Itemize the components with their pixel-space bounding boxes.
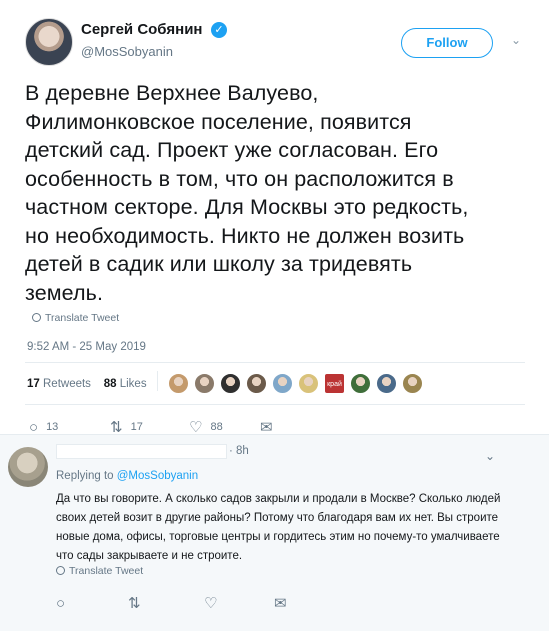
stats-separator [157, 371, 158, 391]
liker-avatar[interactable] [376, 373, 397, 394]
liker-avatar[interactable] [168, 373, 189, 394]
retweet-count: 17 [130, 421, 143, 433]
reply-text: Да что вы говорите. А сколько садов закр… [56, 493, 501, 562]
liker-avatar[interactable] [194, 373, 215, 394]
translate-label: Translate Tweet [69, 565, 144, 577]
replying-to: Replying to @MosSobyanin [56, 470, 198, 482]
retweets-stat[interactable]: 17 Retweets [27, 378, 91, 390]
follow-button[interactable]: Follow [401, 28, 493, 58]
tweet-stats: 17 Retweets 88 Likes [27, 378, 147, 390]
reply-icon: ○ [29, 418, 39, 436]
heart-icon[interactable]: ♡ [204, 594, 274, 612]
retweets-count: 17 [27, 378, 40, 390]
author-avatar[interactable] [25, 18, 73, 66]
divider [25, 404, 525, 405]
author-name[interactable]: Сергей Собянин [81, 21, 202, 38]
redacted-username [56, 444, 227, 459]
replying-prefix: Replying to [56, 470, 114, 482]
tweet-timestamp[interactable]: 9:52 AM - 25 May 2019 [27, 341, 146, 353]
reply-translate-link[interactable]: Translate Tweet [56, 565, 143, 577]
liker-avatar[interactable] [220, 373, 241, 394]
tweet-text: В деревне Верхнее Валуево, Филимонковско… [25, 81, 469, 305]
liker-avatar[interactable] [402, 373, 423, 394]
globe-icon [56, 566, 65, 575]
reply-count: 13 [46, 421, 59, 433]
reply-time[interactable]: · 8h [229, 445, 249, 457]
translate-label: Translate Tweet [45, 312, 120, 324]
replying-handle-link[interactable]: @MosSobyanin [117, 470, 198, 482]
globe-icon [32, 313, 41, 322]
reply-icon[interactable]: ○ [56, 595, 128, 612]
liker-avatars: край [168, 373, 428, 394]
verified-icon: ✓ [211, 22, 227, 38]
divider [25, 362, 525, 363]
reply-button[interactable]: ○ 13 [29, 419, 110, 436]
chevron-down-icon[interactable]: ⌄ [482, 448, 498, 464]
chevron-down-icon[interactable]: ⌄ [508, 32, 524, 48]
liker-avatar[interactable]: край [324, 373, 345, 394]
likes-label: Likes [119, 378, 147, 390]
retweet-icon[interactable]: ⇅ [128, 594, 204, 612]
liker-avatar[interactable] [272, 373, 293, 394]
liker-avatar[interactable] [246, 373, 267, 394]
retweets-label: Retweets [43, 378, 91, 390]
author-handle[interactable]: @MosSobyanin [81, 44, 173, 59]
main-tweet: Сергей Собянин ✓ @MosSobyanin Follow ⌄ В… [0, 0, 549, 436]
liker-avatar[interactable] [350, 373, 371, 394]
like-count: 88 [210, 421, 223, 433]
reply-avatar[interactable] [8, 447, 48, 487]
envelope-icon[interactable]: ✉ [274, 594, 287, 612]
likes-count: 88 [103, 378, 117, 390]
reply-actions: ○ ⇅ ♡ ✉ [56, 594, 287, 613]
liker-avatar[interactable] [298, 373, 319, 394]
likes-stat[interactable]: 88 Likes [104, 378, 147, 390]
translate-tweet-link[interactable]: Translate Tweet [32, 312, 119, 324]
